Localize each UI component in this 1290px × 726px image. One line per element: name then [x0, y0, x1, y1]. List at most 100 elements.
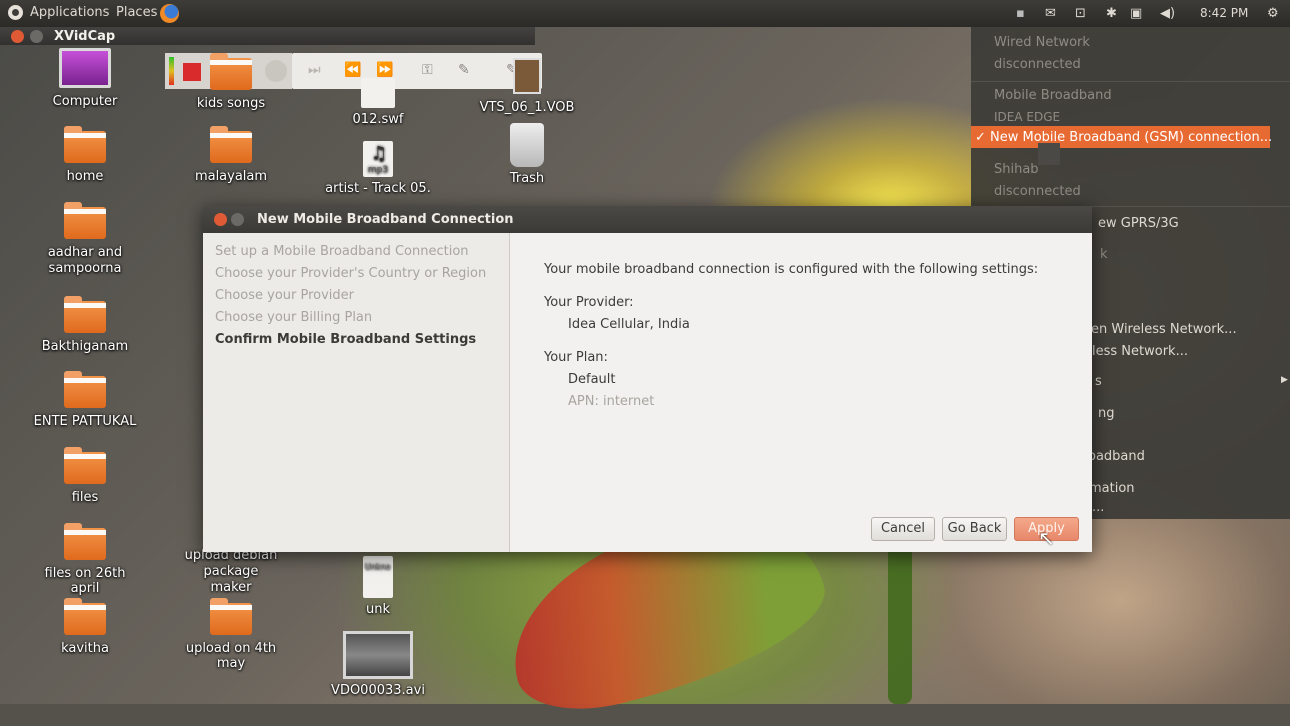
desktop-icon-trash[interactable]: Trash	[472, 123, 582, 186]
network-menu-item[interactable]: oadband	[1088, 449, 1145, 464]
desktop-icon-label: Computer	[52, 94, 118, 109]
broadband-dialog: New Mobile Broadband Connection Set up a…	[203, 206, 1092, 552]
desktop-icon-label: VDO00033.avi	[331, 683, 425, 698]
desktop-icon-malayalam[interactable]: malayalam	[176, 126, 286, 184]
bluetooth-icon[interactable]: ✱	[1106, 6, 1117, 21]
network-menu-item: IDEA EDGE	[994, 110, 1061, 124]
close-icon[interactable]	[214, 213, 227, 226]
network-icon[interactable]: ▣	[1130, 6, 1142, 21]
desktop-icon-label: kavitha	[61, 641, 109, 656]
unknown-file-icon: Unkno	[363, 556, 393, 598]
minimize-icon[interactable]	[30, 30, 43, 43]
folder-icon	[210, 598, 252, 635]
desktop-icon-ente-pattukal[interactable]: ENTE PATTUKAL	[30, 371, 140, 429]
mouse-cursor-icon: ↖	[1038, 526, 1055, 550]
computer-icon	[59, 48, 111, 88]
firefox-icon[interactable]	[160, 4, 179, 23]
network-menu-item-new-gsm[interactable]: ✓ New Mobile Broadband (GSM) connection.…	[975, 130, 1272, 145]
desktop-icon-label: unk	[365, 602, 390, 617]
cancel-button[interactable]: Cancel	[871, 517, 935, 541]
desktop-icon-vts-vob[interactable]: VTS_06_1.VOB	[472, 58, 582, 115]
edit-icon[interactable]: ✎	[458, 62, 470, 78]
wizard-step: Choose your Billing Plan	[215, 310, 373, 325]
ubuntu-logo-icon[interactable]	[8, 5, 23, 20]
desktop-icon-computer[interactable]: Computer	[30, 48, 140, 109]
apn-value: APN: internet	[568, 394, 655, 409]
xvidcap-title: XVidCap	[54, 29, 116, 44]
desktop-icon-files-26th-april[interactable]: files on 26th april	[30, 523, 140, 596]
desktop-icon-home[interactable]: home	[30, 126, 140, 184]
network-menu-item[interactable]: mation	[1089, 481, 1135, 496]
wizard-step-current: Confirm Mobile Broadband Settings	[215, 332, 477, 347]
wizard-steps-sidebar: Set up a Mobile Broadband Connection Cho…	[203, 233, 510, 552]
desktop-icon-upload-debian[interactable]: upload debian package maker	[176, 548, 286, 596]
folder-icon	[64, 598, 106, 635]
music-note-icon: ♫	[371, 143, 388, 164]
plan-heading: Your Plan:	[544, 350, 608, 365]
volume-icon[interactable]: ◀)	[1160, 6, 1175, 21]
battery-icon[interactable]: ⊡	[1075, 6, 1086, 21]
wizard-content: Your mobile broadband connection is conf…	[510, 233, 1092, 552]
close-icon[interactable]	[11, 30, 24, 43]
mail-icon[interactable]: ✉	[1045, 6, 1056, 21]
dialog-titlebar[interactable]: New Mobile Broadband Connection	[203, 206, 1092, 233]
session-gear-icon[interactable]: ⚙	[1267, 6, 1279, 21]
desktop-icon-vdo-avi[interactable]: VDO00033.avi	[323, 631, 433, 698]
folder-icon	[64, 523, 106, 560]
desktop-icon-unk[interactable]: Unkno unk	[323, 556, 433, 617]
folder-icon	[64, 202, 106, 239]
video-thumbnail-icon	[513, 58, 541, 94]
plan-value: Default	[568, 372, 616, 387]
applications-menu[interactable]: Applications	[30, 5, 109, 20]
desktop-icon-label: upload debian package maker	[184, 548, 278, 595]
forward-icon[interactable]: ⏩	[376, 62, 393, 78]
desktop-icon-label: files	[71, 490, 99, 505]
network-menu-item[interactable]: s	[1095, 374, 1102, 389]
go-back-button[interactable]: Go Back	[942, 517, 1007, 541]
desktop-icon-label: VTS_06_1.VOB	[479, 100, 575, 115]
desktop-icon-aadhar[interactable]: aadhar and sampoorna	[30, 202, 140, 277]
network-menu-item[interactable]: ew GPRS/3G	[1098, 216, 1179, 231]
folder-icon	[64, 447, 106, 484]
xvidcap-titlebar[interactable]: XVidCap	[0, 27, 535, 45]
desktop-icon-artist-track[interactable]: mp3 ♫ artist - Track 05.	[323, 141, 433, 196]
network-menu-item[interactable]: ng	[1098, 406, 1115, 421]
desktop-icon-label: aadhar and sampoorna	[47, 245, 123, 276]
dialog-title: New Mobile Broadband Connection	[257, 212, 514, 227]
desktop-icon-upload-4th-may[interactable]: upload on 4th may	[176, 598, 286, 671]
network-activity-icon[interactable]: ▪	[1016, 6, 1025, 21]
network-menu-item[interactable]: less Network...	[1092, 344, 1188, 359]
network-menu-item[interactable]: ...	[1092, 500, 1104, 515]
config-intro-text: Your mobile broadband connection is conf…	[544, 262, 1039, 277]
desktop-icon-label: artist - Track 05.	[325, 181, 431, 196]
provider-heading: Your Provider:	[544, 295, 634, 310]
desktop-icon-kavitha[interactable]: kavitha	[30, 598, 140, 656]
desktop-icon-bakthiganam[interactable]: Bakthiganam	[30, 296, 140, 354]
desktop-icon-files[interactable]: files	[30, 447, 140, 505]
network-menu-item[interactable]: en Wireless Network...	[1091, 322, 1237, 337]
clock[interactable]: 8:42 PM	[1200, 6, 1248, 20]
wizard-step: Choose your Provider's Country or Region	[215, 266, 487, 281]
folder-icon	[64, 371, 106, 408]
rewind-icon[interactable]: ⏪	[344, 62, 361, 78]
file-icon	[361, 78, 395, 108]
desktop-icon-label: home	[66, 169, 104, 184]
places-menu[interactable]: Places	[116, 5, 157, 20]
settings-icon[interactable]: ⚿	[422, 62, 433, 78]
file-badge: mp3	[367, 165, 389, 175]
desktop-icon-kids-songs[interactable]: kids songs	[176, 53, 286, 111]
desktop-icon-label: malayalam	[194, 169, 268, 184]
file-badge: Unkno	[365, 562, 391, 571]
desktop-icon-label: kids songs	[196, 96, 266, 111]
home-folder-icon	[64, 126, 106, 163]
provider-value: Idea Cellular, India	[568, 317, 690, 332]
folder-icon	[210, 126, 252, 163]
menu-overlay-square	[1038, 143, 1060, 165]
desktop-icon-012-swf[interactable]: 012.swf	[323, 78, 433, 127]
folder-icon	[210, 53, 252, 90]
desktop-icon-label: 012.swf	[352, 112, 404, 127]
mp3-file-icon: mp3 ♫	[363, 141, 393, 177]
step-icon[interactable]: ⏭	[308, 62, 321, 78]
network-menu-item: Wired Network	[994, 35, 1090, 50]
minimize-icon[interactable]	[231, 213, 244, 226]
